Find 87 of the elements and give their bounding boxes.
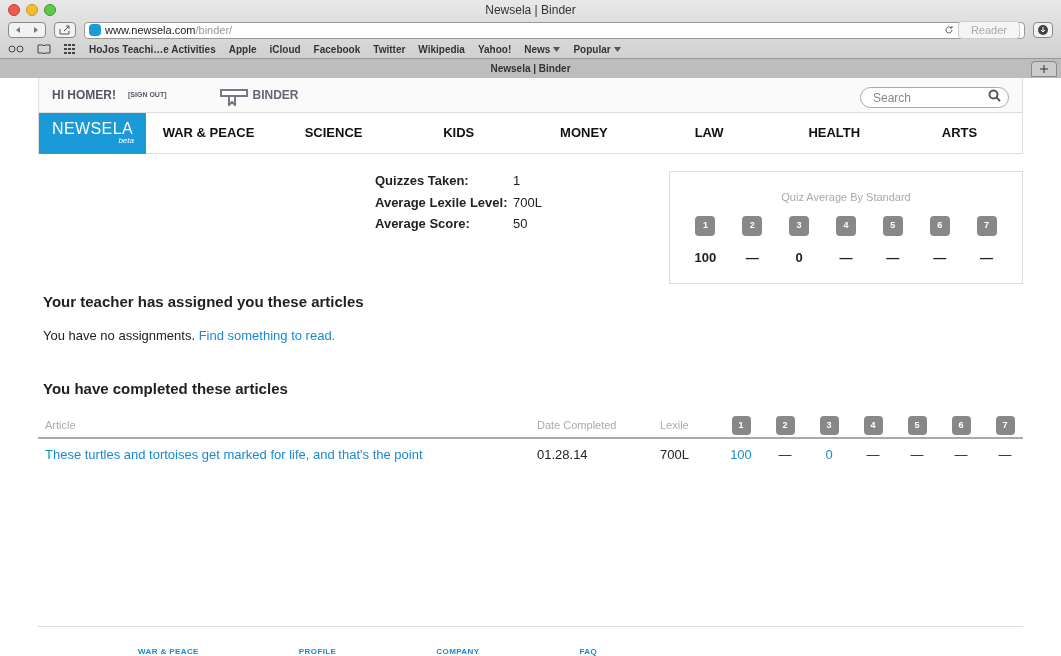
standard-badge: 2 (775, 416, 795, 435)
nav-item[interactable]: LAW (646, 123, 772, 143)
table-cell-text: — (954, 445, 968, 464)
nav-item[interactable]: SCIENCE (271, 123, 397, 143)
site-icon (89, 24, 101, 36)
new-tab-button[interactable] (1031, 60, 1057, 77)
panel-title: Quiz Average By Standard (781, 190, 911, 205)
standard-badge: 4 (836, 215, 856, 236)
score-link[interactable]: 100 (730, 444, 752, 465)
nav-item[interactable]: ARTS (896, 123, 1023, 143)
standard-score: — (933, 248, 947, 267)
standard-score: 100 (694, 248, 717, 267)
table-cell-text: — (998, 445, 1012, 464)
column-header: Lexile (660, 418, 690, 434)
nav-item[interactable]: MONEY (521, 123, 647, 143)
reload-icon[interactable] (943, 25, 954, 35)
url-text: www.newsela.com/binder/ (105, 22, 234, 38)
column-header: Article (45, 418, 77, 434)
stat-value: 700L (513, 193, 543, 212)
share-button[interactable] (54, 22, 76, 38)
section-heading: You have completed these articles (43, 379, 289, 399)
back-forward-buttons[interactable] (8, 22, 46, 38)
browser-tab[interactable]: Newsela | Binder (490, 61, 571, 76)
search-icon (988, 88, 1001, 102)
address-bar[interactable]: www.newsela.com/binder/ Reader (84, 21, 1025, 39)
zoom-button[interactable] (44, 4, 56, 16)
nav-item[interactable]: WAR & PEACE (146, 123, 271, 143)
footer-link[interactable]: FAQ (579, 645, 598, 656)
nav-item[interactable]: KIDS (396, 123, 522, 143)
bookmark-item[interactable]: Apple (228, 41, 257, 57)
stat-label: Average Lexile Level: (375, 193, 509, 212)
standard-badge: 5 (882, 215, 903, 236)
book-icon[interactable] (37, 44, 51, 54)
standard-score: — (745, 248, 759, 267)
close-button[interactable] (8, 4, 20, 16)
stat-value: 50 (513, 215, 529, 233)
bookmark-item[interactable]: Twitter (373, 41, 406, 57)
table-cell-text: — (778, 445, 792, 464)
greeting: HI HOMER! (52, 87, 116, 104)
footer-link[interactable]: COMPANY (436, 645, 480, 656)
standard-score: 0 (795, 248, 803, 267)
table-cell-text: 01.28.14 (537, 445, 589, 464)
table-cell-text: 700L (660, 445, 690, 464)
stat-label: Quizzes Taken: (375, 172, 470, 190)
column-header: Date Completed (537, 418, 618, 434)
footer-link[interactable]: PROFILE (298, 645, 337, 656)
standard-badge: 1 (731, 416, 751, 435)
table-cell-text: — (910, 445, 924, 464)
window-title: Newsela | Binder (485, 2, 576, 19)
share-icon (59, 25, 71, 35)
reading-list-icon[interactable] (8, 45, 24, 53)
assignments-message: You have no assignments. Find something to read. (43, 326, 337, 345)
nav-item[interactable]: HEALTH (771, 123, 897, 143)
find-something-link[interactable]: Find something to read. (198, 327, 336, 343)
download-icon (1038, 25, 1048, 35)
footer-link[interactable]: WAR & PEACE (138, 645, 199, 656)
standard-badge: 6 (929, 215, 950, 236)
article-link[interactable]: These turtles and tortoises get marked for life, and that's the point (45, 444, 537, 465)
stat-label: Average Score: (375, 215, 471, 233)
standard-badge: 5 (907, 416, 927, 435)
binder-label[interactable]: BINDER (252, 86, 299, 104)
search-field[interactable]: Search (860, 87, 1009, 108)
standard-badge: 4 (863, 416, 883, 435)
bookmark-item[interactable]: HoJos Teachi…e Activities (89, 41, 216, 57)
standard-badge: 6 (951, 416, 971, 435)
bookmark-item[interactable]: News (524, 41, 561, 57)
stat-value: 1 (513, 172, 522, 190)
standard-badge: 7 (995, 416, 1015, 435)
standard-badge: 3 (819, 416, 839, 435)
standard-badge: 7 (976, 215, 997, 236)
standard-score: — (980, 248, 994, 267)
bookmark-item[interactable]: Popular (573, 41, 621, 57)
standard-badge: 3 (789, 215, 810, 236)
bookmark-item[interactable]: Wikipedia (418, 41, 465, 57)
standard-badge: 1 (695, 215, 716, 236)
standard-score: — (886, 248, 900, 267)
bookmark-item[interactable]: Facebook (313, 41, 361, 57)
plus-icon (1040, 64, 1048, 73)
section-heading: Your teacher has assigned you these articles (43, 292, 365, 312)
grid-icon[interactable] (64, 44, 76, 54)
standard-score: — (839, 248, 853, 267)
score-link[interactable]: 0 (825, 444, 833, 465)
table-cell-text: — (866, 445, 880, 464)
bookmark-item[interactable]: iCloud (269, 41, 301, 57)
bookmark-item[interactable]: Yahoo! (477, 41, 512, 57)
downloads-button[interactable] (1033, 22, 1053, 38)
standard-badge: 2 (742, 215, 763, 236)
